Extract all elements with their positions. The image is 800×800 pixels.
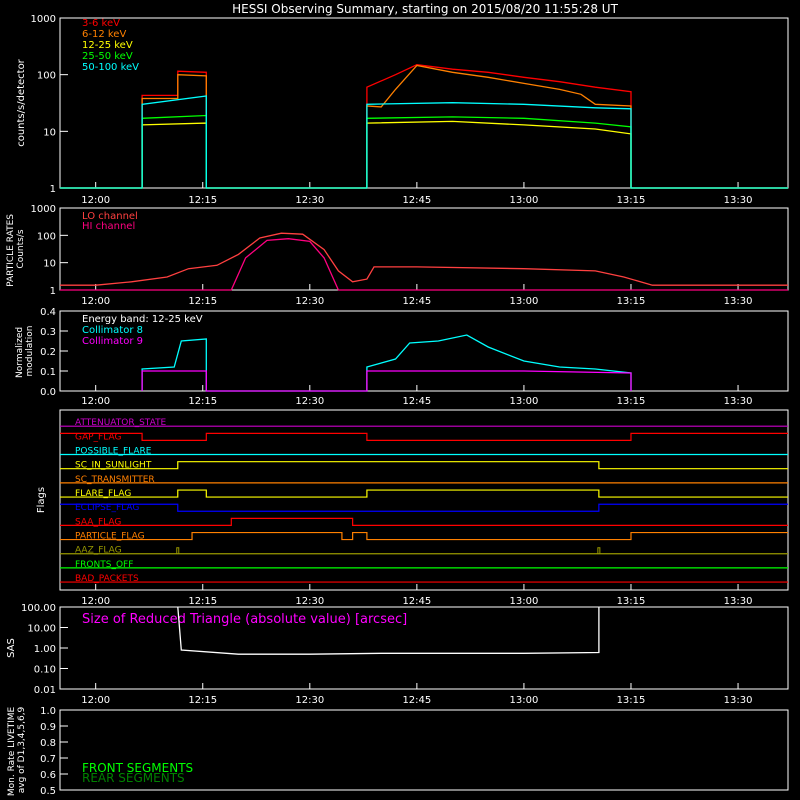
- x-tick-label: 12:15: [188, 596, 217, 607]
- y-tick-label: 10: [43, 259, 56, 270]
- y-tick-label: 0.0: [40, 387, 56, 398]
- x-tick-label: 12:15: [188, 396, 217, 407]
- x-tick-label: 13:30: [724, 596, 753, 607]
- x-tick-label: 13:15: [617, 596, 646, 607]
- y-tick-label: 0.8: [40, 738, 56, 749]
- x-tick-label: 13:15: [617, 296, 646, 307]
- flag-label-aaz-flag: AAZ_FLAG: [75, 546, 122, 556]
- y-tick-label: 1: [50, 286, 56, 297]
- x-tick-label: 13:00: [510, 195, 539, 206]
- y-tick-label: 0.1: [40, 367, 56, 378]
- x-tick-label: 13:00: [510, 296, 539, 307]
- x-tick-label: 12:30: [295, 596, 324, 607]
- monitor-rate-legend: FRONT SEGMENTSREAR SEGMENTS: [82, 761, 193, 785]
- legend-6-12-kev: 6-12 keV: [82, 29, 126, 40]
- x-tick-label: 12:00: [81, 195, 110, 206]
- legend-25-50-kev: 25-50 keV: [82, 51, 133, 62]
- x-tick-label: 12:00: [81, 296, 110, 307]
- y-tick-label: 10: [43, 127, 56, 138]
- y-tick-label: 0.6: [40, 770, 56, 781]
- y-tick-label: 10.00: [27, 624, 56, 635]
- count-rates-ylabel: counts/s/detector: [16, 58, 27, 146]
- legend-collimator-9: Collimator 9: [82, 336, 143, 347]
- modulation-ylabel-line1: Normalized: [15, 327, 25, 378]
- x-tick-label: 13:30: [724, 195, 753, 206]
- x-tick-label: 13:00: [510, 596, 539, 607]
- x-tick-label: 13:15: [617, 396, 646, 407]
- x-tick-label: 12:45: [402, 195, 431, 206]
- x-tick-label: 12:00: [81, 396, 110, 407]
- x-tick-label: 12:15: [188, 296, 217, 307]
- sas-annotation: Size of Reduced Triangle (absolute value…: [82, 612, 407, 627]
- hessi-summary-figure: HESSI Observing Summary, starting on 201…: [0, 0, 800, 800]
- modulation-ylabel: Normalized modulation: [15, 324, 35, 378]
- y-tick-label: 1000: [31, 14, 56, 25]
- x-tick-label: 12:30: [295, 396, 324, 407]
- sas-ylabel: SAS: [6, 638, 17, 658]
- y-tick-label: 100: [37, 71, 56, 82]
- x-tick-label: 13:15: [617, 195, 646, 206]
- y-tick-label: 100.00: [21, 603, 56, 614]
- x-tick-label: 13:00: [510, 695, 539, 706]
- figure-title: HESSI Observing Summary, starting on 201…: [232, 2, 618, 16]
- y-tick-label: 0.5: [40, 786, 56, 797]
- y-tick-label: 1: [50, 184, 56, 195]
- y-tick-label: 0.9: [40, 722, 56, 733]
- legend-12-25-kev: 12-25 keV: [82, 40, 133, 51]
- x-tick-label: 12:45: [402, 396, 431, 407]
- flag-label-bad-packets: BAD_PACKETS: [75, 574, 139, 584]
- flag-label-eclipse-flag: ECLIPSE_FLAG: [75, 503, 139, 513]
- x-tick-label: 13:30: [724, 695, 753, 706]
- legend-3-6-kev: 3-6 keV: [82, 18, 120, 29]
- y-tick-label: 1.0: [40, 706, 56, 717]
- particle-rates-ylabel-line2: Counts/s: [16, 229, 26, 268]
- flag-label-flare-flag: FLARE_FLAG: [75, 489, 131, 499]
- x-tick-label: 12:00: [81, 596, 110, 607]
- flag-label-gap-flag: GAP_FLAG: [75, 432, 121, 442]
- y-tick-label: 0.3: [40, 327, 56, 338]
- monitor-rate-ylabel: Mon. Rate LIVETIME avg of D1,3,4,5,6,9: [7, 704, 27, 796]
- y-tick-label: 0.7: [40, 754, 56, 765]
- flag-label-sc-in-sunlight: SC_IN_SUNLIGHT: [75, 461, 152, 471]
- legend-50-100-kev: 50-100 keV: [82, 62, 139, 73]
- flags-ylabel: Flags: [36, 487, 47, 513]
- x-tick-label: 12:15: [188, 695, 217, 706]
- modulation-annotation: Energy band: 12-25 keV: [82, 314, 203, 325]
- particle-rates-ylabel-line1: PARTICLE RATES: [6, 214, 16, 287]
- x-tick-label: 12:30: [295, 695, 324, 706]
- flag-label-attenuator-state: ATTENUATOR_STATE: [75, 418, 167, 428]
- x-tick-label: 13:15: [617, 695, 646, 706]
- flag-label-possible-flare: POSSIBLE_FLARE: [75, 447, 152, 457]
- x-tick-label: 12:30: [295, 296, 324, 307]
- x-tick-label: 12:45: [402, 695, 431, 706]
- flag-label-particle-flag: PARTICLE_FLAG: [75, 532, 145, 542]
- x-tick-label: 12:00: [81, 695, 110, 706]
- y-tick-label: 0.2: [40, 347, 56, 358]
- y-tick-label: 0.4: [40, 307, 56, 318]
- y-tick-label: 0.10: [34, 665, 56, 676]
- x-tick-label: 12:45: [402, 596, 431, 607]
- y-tick-label: 1000: [31, 204, 56, 215]
- y-tick-label: 100: [37, 231, 56, 242]
- legend-rear-segments: REAR SEGMENTS: [82, 771, 185, 785]
- flag-label-saa-flag: SAA_FLAG: [75, 517, 121, 527]
- x-tick-label: 12:30: [295, 195, 324, 206]
- x-tick-label: 13:00: [510, 396, 539, 407]
- monitor-rate-ylabel-line1: Mon. Rate LIVETIME: [7, 706, 17, 796]
- x-tick-label: 13:30: [724, 296, 753, 307]
- modulation-ylabel-line2: modulation: [25, 326, 35, 377]
- y-tick-label: 0.01: [34, 685, 56, 696]
- flag-label-sc-transmitter: SC_TRANSMITTER: [75, 475, 155, 485]
- flag-label-fronts-off: FRONTS_OFF: [75, 560, 133, 570]
- x-tick-label: 12:15: [188, 195, 217, 206]
- x-tick-label: 13:30: [724, 396, 753, 407]
- legend-collimator-8: Collimator 8: [82, 325, 143, 336]
- modulation-legend: Collimator 8Collimator 9: [82, 325, 143, 347]
- x-tick-label: 12:45: [402, 296, 431, 307]
- particle-rates-legend: LO channelHI channel: [82, 211, 138, 232]
- y-tick-label: 1.00: [34, 644, 56, 655]
- monitor-rate-ylabel-line2: avg of D1,3,4,5,6,9: [17, 706, 27, 793]
- legend-hi-channel: HI channel: [82, 221, 135, 232]
